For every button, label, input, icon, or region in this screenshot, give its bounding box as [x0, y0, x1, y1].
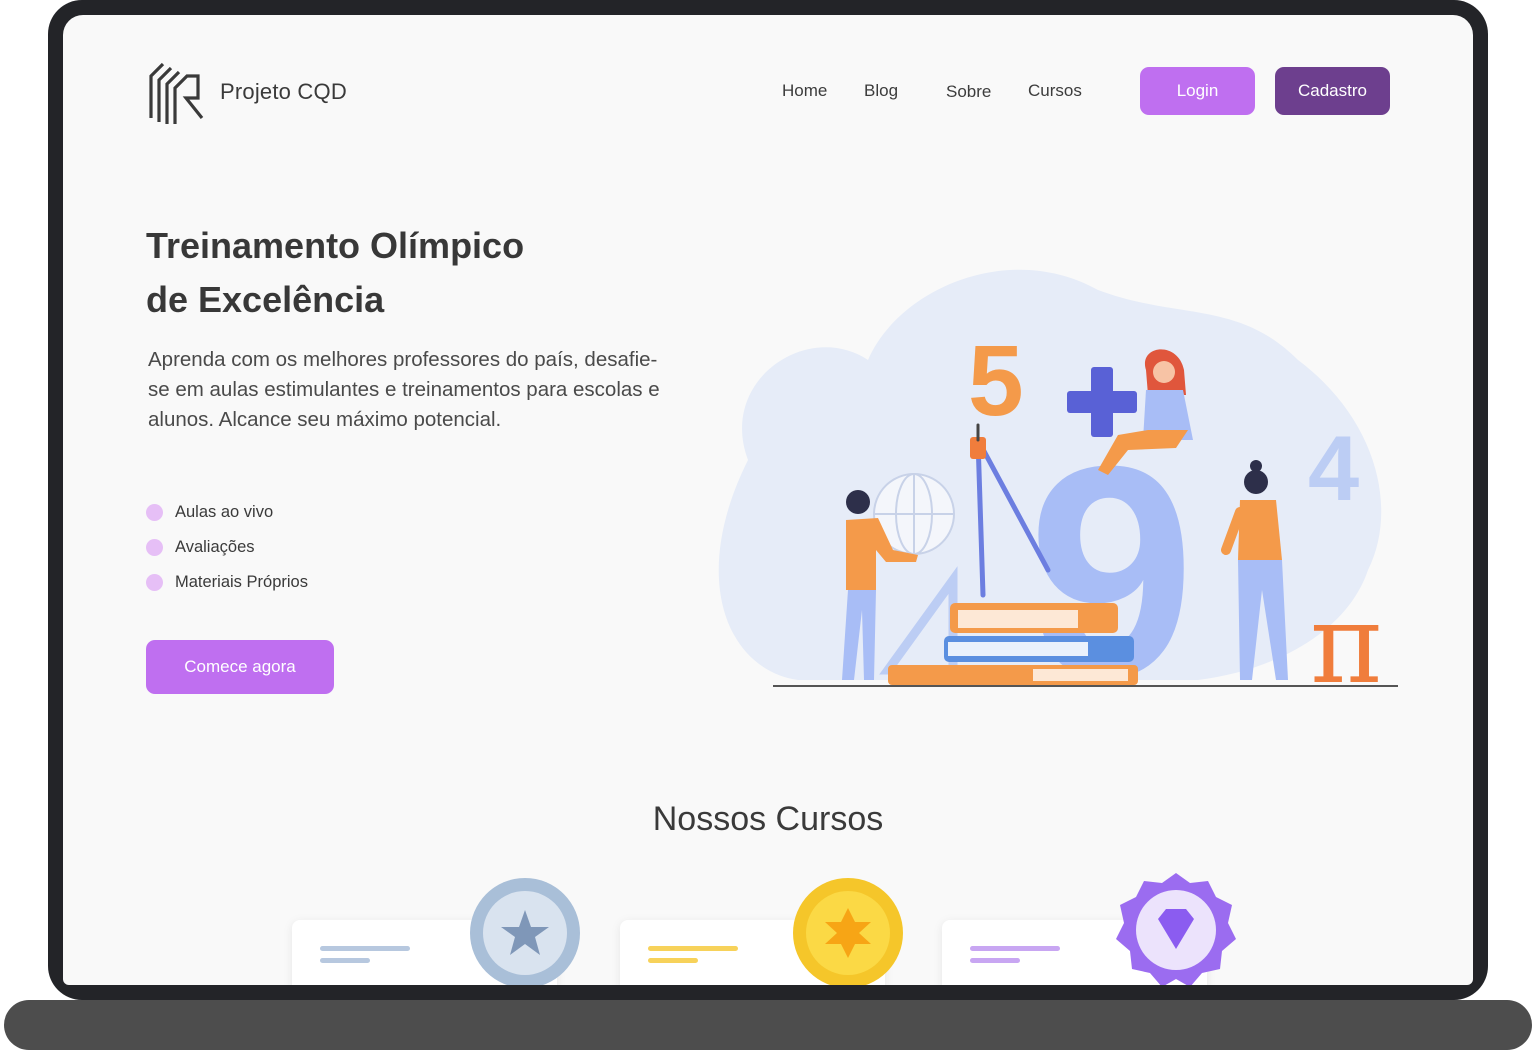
- number-5-glyph: 5: [968, 325, 1024, 437]
- math-students-illustration: 4 5 9 π: [718, 269, 1398, 690]
- brand-logo[interactable]: Projeto CQD: [148, 58, 347, 126]
- silver-star-medal-icon: [470, 878, 580, 985]
- number-4-glyph: 4: [1308, 418, 1359, 520]
- card-subtitle-placeholder-line: [320, 958, 370, 963]
- signup-button[interactable]: Cadastro: [1275, 67, 1390, 115]
- feature-item: Materiais Próprios: [146, 565, 308, 600]
- purple-diamond-badge-icon: [1116, 873, 1236, 985]
- bullet-dot-icon: [146, 504, 163, 521]
- feature-label: Aulas ao vivo: [175, 503, 274, 521]
- pi-glyph: π: [1310, 580, 1382, 690]
- bullet-dot-icon: [146, 574, 163, 591]
- gold-star-medal-icon: [793, 878, 903, 985]
- browser-screen: Projeto CQD Home Blog Sobre Cursos Login…: [63, 15, 1473, 985]
- hero-description: Aprenda com os melhores professores do p…: [148, 348, 660, 431]
- nav-cursos[interactable]: Cursos: [1028, 81, 1082, 101]
- nav-sobre[interactable]: Sobre: [946, 82, 991, 102]
- feature-list: Aulas ao vivo Avaliações Materiais Própr…: [146, 495, 308, 600]
- laptop-base: [4, 1000, 1532, 1050]
- card-subtitle-placeholder-line: [970, 958, 1020, 963]
- card-subtitle-placeholder-line: [648, 958, 698, 963]
- nav-home[interactable]: Home: [782, 81, 827, 101]
- hero-title-line-1: Treinamento Olímpico: [146, 225, 525, 266]
- feature-label: Avaliações: [175, 538, 255, 556]
- login-button[interactable]: Login: [1140, 67, 1255, 115]
- card-title-placeholder-line: [970, 946, 1060, 951]
- nav-blog[interactable]: Blog: [864, 81, 898, 101]
- logo-icon: [149, 62, 204, 124]
- card-title-placeholder-line: [648, 946, 738, 951]
- feature-label: Materiais Próprios: [175, 573, 308, 591]
- card-title-placeholder-line: [320, 946, 410, 951]
- hero-title-line-2: de Excelência: [146, 279, 385, 320]
- bullet-dot-icon: [146, 539, 163, 556]
- feature-item: Aulas ao vivo: [146, 495, 308, 530]
- courses-section-title: Nossos Cursos: [652, 800, 884, 838]
- hero-title: Treinamento Olímpico de Excelência: [146, 219, 706, 327]
- brand-name: Projeto CQD: [220, 79, 347, 104]
- feature-item: Avaliações: [146, 530, 308, 565]
- start-now-button[interactable]: Comece agora: [146, 640, 334, 694]
